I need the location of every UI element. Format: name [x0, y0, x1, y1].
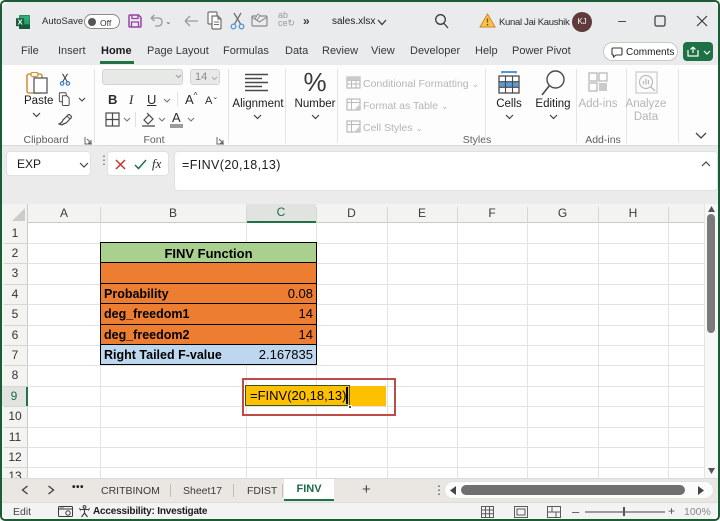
svg-text:X: X	[18, 18, 23, 27]
